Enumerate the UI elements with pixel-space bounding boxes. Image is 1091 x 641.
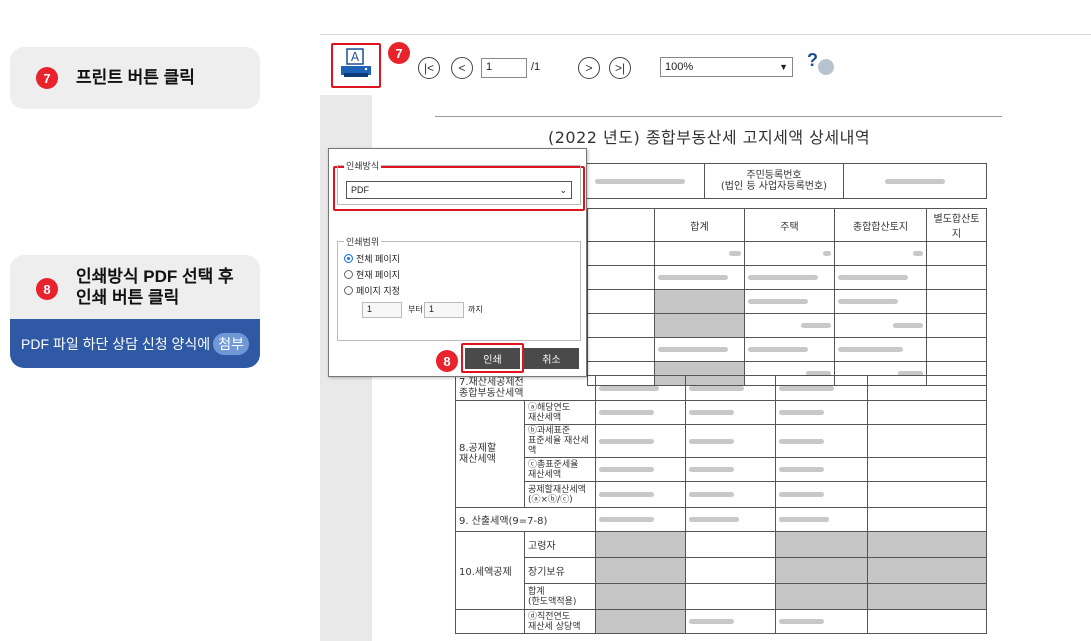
print-method-select[interactable]: PDF ⌄ [346, 181, 572, 199]
header-id-label: 주민등록번호 (법인 등 사업자등록번호) [704, 163, 844, 199]
printer-icon: A [341, 48, 371, 77]
print-method-value: PDF [351, 185, 369, 195]
step8-marker: 8 [436, 350, 458, 372]
page-total: /1 [531, 61, 541, 73]
zoom-value: 100% [665, 61, 694, 73]
radio-all-pages-button[interactable] [344, 254, 353, 263]
radio-all-pages[interactable]: 전체 페이지 [344, 252, 400, 265]
col-housing: 주택 [744, 208, 835, 242]
step8-number: 8 [36, 278, 58, 300]
page-input[interactable]: 1 [481, 58, 527, 78]
chevron-down-icon: ⌄ [559, 184, 567, 195]
step8-note-text: PDF 파일 하단 상담 신청 양식에 [21, 335, 211, 352]
row10-label: 10.세액공제 [455, 531, 525, 610]
step8-line2: 인쇄 버튼 클릭 [76, 288, 180, 307]
help-button[interactable]: ? [807, 50, 837, 80]
radio-page-range-button[interactable] [344, 286, 353, 295]
range-to-label: 까지 [468, 305, 483, 314]
step7-number: 7 [36, 67, 58, 89]
row7-label: 7.재산세공제전 종합부동산세액 [455, 375, 596, 401]
print-method-legend: 인쇄방식 [344, 159, 382, 172]
first-page-button[interactable]: |< [418, 57, 440, 79]
row8-item-b: ⓑ과세표준 표준세율 재산세액 [524, 424, 596, 458]
toolbar-top-border [320, 34, 1091, 35]
step7-card: 7 프린트 버튼 클릭 [10, 47, 260, 109]
step8-note: PDF 파일 하단 상담 신청 양식에 첨부 [10, 319, 260, 368]
last-page-button[interactable]: >| [609, 57, 631, 79]
title-rule [435, 116, 1002, 117]
print-range-group: 인쇄범위 전체 페이지 현재 페이지 페이지 지정 1 부터 1 까지 [337, 235, 581, 341]
row8-label: 8.공제할 재산세액 [455, 400, 525, 508]
row11-item: ⓓ직전연도 재산세 상당액 [524, 609, 596, 634]
step8-line1: 인쇄방식 PDF 선택 후 [76, 267, 234, 286]
header-table: 주민등록번호 (법인 등 사업자등록번호) [575, 163, 987, 199]
step8-card: 8 인쇄방식 PDF 선택 후 인쇄 버튼 클릭 PDF 파일 하단 상담 신청… [10, 255, 260, 368]
step7-text: 프린트 버튼 클릭 [76, 68, 195, 87]
next-page-button[interactable]: > [578, 57, 600, 79]
radio-current-page-button[interactable] [344, 270, 353, 279]
step8-note-pill: 첨부 [213, 332, 249, 355]
dialog-cancel-button[interactable]: 취소 [524, 348, 579, 369]
row10-item-total: 합계 (한도액적용) [524, 583, 596, 610]
print-button[interactable]: A [338, 47, 374, 83]
row10-item-elderly: 고령자 [524, 531, 596, 558]
print-dialog: 인쇄방식 PDF ⌄ 인쇄범위 전체 페이지 현재 페이지 페이지 지정 1 부… [328, 148, 587, 377]
radio-page-range[interactable]: 페이지 지정 [344, 284, 400, 297]
document-title: (2022 년도) 종합부동산세 고지세액 상세내역 [548, 128, 871, 147]
row9-label: 9. 산출세액(9=7-8) [455, 507, 596, 532]
help-icon: ? [807, 50, 818, 70]
radio-all-pages-label: 전체 페이지 [356, 254, 400, 264]
prev-page-button[interactable]: < [451, 57, 473, 79]
range-to-input[interactable]: 1 [424, 302, 464, 318]
row10-item-long-term: 장기보유 [524, 557, 596, 584]
col-total: 합계 [654, 208, 745, 242]
col-separate-land: 별도합산토지 [926, 208, 987, 242]
row8-item-a: ⓐ해당연도 재산세액 [524, 400, 596, 425]
tax-detail-table: 합계 주택 종합합산토지 별도합산토지 [587, 208, 987, 386]
svg-text:A: A [351, 50, 360, 64]
print-range-legend: 인쇄범위 [344, 235, 382, 248]
dialog-print-button[interactable]: 인쇄 [465, 348, 520, 369]
range-from-input[interactable]: 1 [362, 302, 402, 318]
range-from-label: 부터 [408, 305, 423, 314]
zoom-select[interactable]: 100% ▼ [660, 57, 793, 77]
col-comprehensive-land: 종합합산토지 [834, 208, 927, 242]
print-method-group: 인쇄방식 PDF ⌄ [337, 159, 581, 205]
row8-item-c: ⓒ총표준세율 재산세액 [524, 457, 596, 482]
person-icon [818, 59, 834, 75]
radio-current-page-label: 현재 페이지 [356, 270, 400, 280]
tax-detail-lower: 7.재산세공제전 종합부동산세액 8.공제할 재산세액 ⓐ해당연도 재산세액 ⓑ… [455, 375, 987, 634]
chevron-down-icon: ▼ [779, 62, 788, 72]
row8-item-d: 공제할재산세액 (ⓐ×ⓑ/ⓒ) [524, 481, 596, 508]
step7-marker: 7 [388, 42, 410, 64]
radio-current-page[interactable]: 현재 페이지 [344, 268, 400, 281]
radio-page-range-label: 페이지 지정 [356, 286, 400, 296]
